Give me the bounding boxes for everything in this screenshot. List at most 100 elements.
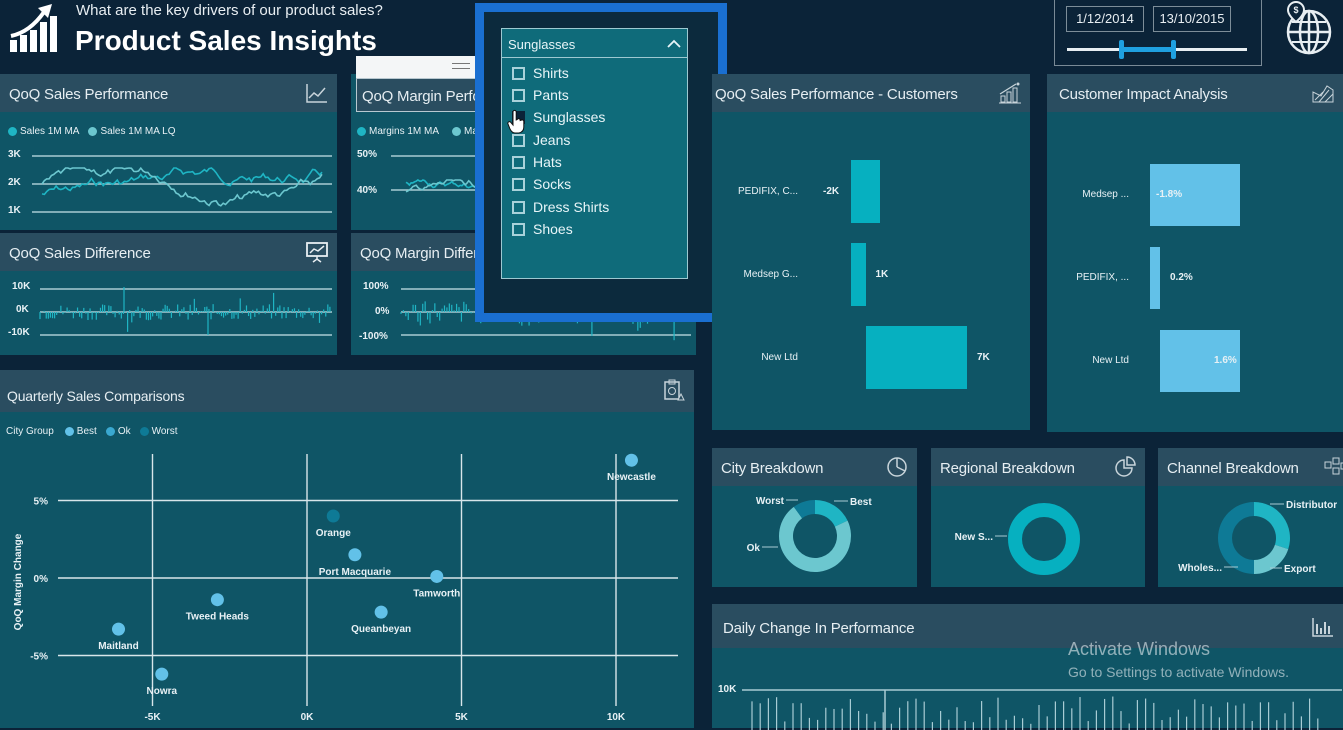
- panel-city-breakdown: City Breakdown Worst Best Ok: [712, 448, 917, 587]
- donut-label: Wholes...: [1178, 563, 1222, 574]
- dropdown-list: Shirts Pants Sunglasses Jeans Hats Socks…: [501, 57, 688, 279]
- donut-label: Distributor: [1286, 500, 1337, 511]
- date-range-slicer[interactable]: 1/12/2014 13/10/2015: [1054, 0, 1262, 66]
- slider-range: [1121, 47, 1174, 52]
- legend-dot: [452, 127, 462, 136]
- dropdown-option[interactable]: Pants: [512, 87, 569, 103]
- y-tick: 10K: [718, 684, 737, 695]
- point-label: Port Macquarie: [319, 567, 392, 578]
- series-line: [41, 167, 323, 196]
- panel-title: Customer Impact Analysis: [1059, 86, 1228, 103]
- legend-item[interactable]: Sales 1M MA LQ: [100, 126, 175, 137]
- city-donut-chart[interactable]: Worst Best Ok: [712, 448, 917, 587]
- panel-channel-breakdown: Channel Breakdown Distributor Export Whole…: [1158, 448, 1343, 587]
- dropdown-option[interactable]: Shoes: [512, 221, 573, 237]
- y-tick-label: 0%: [34, 574, 49, 585]
- legend-dot: [88, 127, 98, 136]
- bar-chart-icon[interactable]: [1311, 616, 1335, 638]
- point-label: Queanbeyan: [351, 624, 411, 635]
- chevron-up-icon[interactable]: [667, 39, 681, 48]
- activate-windows-watermark: Activate Windows Go to Settings to activ…: [1068, 639, 1289, 680]
- dropdown-option[interactable]: Sunglasses: [512, 109, 605, 125]
- bar[interactable]: [851, 160, 880, 223]
- end-date-input[interactable]: 13/10/2015: [1153, 6, 1231, 32]
- bar[interactable]: [851, 243, 866, 306]
- y-tick-label: 5%: [34, 497, 49, 508]
- bar-value-label: 0.2%: [1170, 272, 1193, 283]
- checkbox[interactable]: [512, 66, 525, 80]
- y-tick: 100%: [363, 281, 389, 292]
- growth-chart-icon[interactable]: [998, 82, 1022, 104]
- sales-difference-chart[interactable]: [39, 287, 332, 336]
- panel-title: QoQ Sales Difference: [9, 245, 151, 262]
- start-date-input[interactable]: 1/12/2014: [1066, 6, 1144, 32]
- dropdown-option[interactable]: Shirts: [512, 65, 569, 81]
- series-line: [41, 166, 323, 207]
- scatter-point: [155, 667, 169, 681]
- legend-item[interactable]: Sales 1M MA: [20, 126, 79, 137]
- area-chart-icon[interactable]: [1311, 82, 1335, 104]
- y-tick: 50%: [357, 149, 378, 160]
- y-tick: 2K: [8, 177, 21, 188]
- donut-label: Worst: [756, 496, 785, 507]
- presentation-chart-icon[interactable]: [305, 241, 329, 263]
- drag-handle-icon[interactable]: [452, 63, 470, 69]
- channel-donut-chart[interactable]: Distributor Export Wholes...: [1158, 448, 1343, 587]
- dropdown-option[interactable]: Dress Shirts: [512, 199, 609, 215]
- bar-category-label: PEDIFIX, C...: [737, 185, 798, 197]
- y-tick: 40%: [357, 185, 378, 196]
- sales-performance-line-chart[interactable]: [32, 154, 332, 214]
- panel-customers: QoQ Sales Performance - Customers PEDIFI…: [712, 74, 1030, 430]
- line-chart-icon[interactable]: [305, 82, 329, 104]
- checkbox[interactable]: [512, 222, 525, 236]
- daily-change-chart[interactable]: [742, 689, 1342, 730]
- point-label: Orange: [316, 528, 351, 539]
- rising-bar-chart-icon: [10, 4, 57, 52]
- bar[interactable]: [865, 326, 967, 389]
- donut-label: New S...: [955, 532, 994, 543]
- scatter-point: [326, 509, 340, 523]
- y-tick: 10K: [12, 281, 31, 292]
- bar-value-label: 1K: [875, 268, 889, 280]
- checkbox[interactable]: [512, 88, 525, 102]
- dropdown-option[interactable]: Jeans: [512, 132, 570, 148]
- quarterly-scatter-chart[interactable]: -5K 0K 5K 10K 5% 0% -5% QoQ Margin Change Newcas…: [0, 370, 694, 728]
- checkbox[interactable]: [512, 133, 525, 147]
- bar-value-label: -2K: [823, 185, 840, 197]
- x-tick-label: -5K: [144, 712, 161, 723]
- globe-dollar-icon[interactable]: $: [1283, 0, 1333, 56]
- x-tick-label: 10K: [607, 712, 626, 723]
- checkbox[interactable]: [512, 155, 525, 169]
- svg-text:$: $: [1293, 5, 1298, 15]
- slider-end-handle[interactable]: [1171, 40, 1177, 59]
- y-tick: 1K: [8, 205, 21, 216]
- bar-value-label: -1.8%: [1156, 189, 1183, 200]
- panel-title: QoQ Sales Performance - Customers: [715, 86, 958, 103]
- point-label: Tamworth: [413, 588, 460, 599]
- checkbox[interactable]: [512, 177, 525, 191]
- panel-sales-difference: QoQ Sales Difference 10K 0K -10K: [0, 233, 337, 355]
- point-label: Tweed Heads: [186, 612, 250, 623]
- bar[interactable]: [1150, 247, 1160, 309]
- panel-quarterly-comparisons: Quarterly Sales Comparisons City Group B…: [0, 370, 694, 728]
- dropdown-option[interactable]: Hats: [512, 154, 562, 170]
- watermark-subtitle: Go to Settings to activate Windows.: [1068, 664, 1289, 680]
- bar-category-label: Medsep ...: [1082, 189, 1129, 200]
- point-label: Newcastle: [607, 472, 656, 483]
- checkbox[interactable]: [512, 200, 525, 214]
- hand-cursor-icon: [507, 109, 525, 134]
- product-dropdown[interactable]: Sunglasses: [501, 28, 688, 58]
- bar-category-label: Medsep G...: [743, 268, 798, 280]
- legend-item[interactable]: Margins 1M MA: [369, 126, 439, 137]
- slider-start-handle[interactable]: [1119, 40, 1124, 59]
- legend-dot: [357, 127, 366, 136]
- panel-customer-impact: Customer Impact Analysis Medsep ... -1.8%…: [1047, 74, 1343, 432]
- y-tick: 0K: [16, 304, 29, 315]
- panel-regional-breakdown: Regional Breakdown New S...: [931, 448, 1145, 587]
- scatter-point: [348, 548, 362, 562]
- scatter-point: [210, 593, 224, 607]
- dropdown-option[interactable]: Socks: [512, 176, 571, 192]
- donut-slice: [1218, 502, 1254, 574]
- y-tick: -100%: [359, 331, 388, 342]
- regional-donut-chart[interactable]: New S...: [931, 448, 1145, 587]
